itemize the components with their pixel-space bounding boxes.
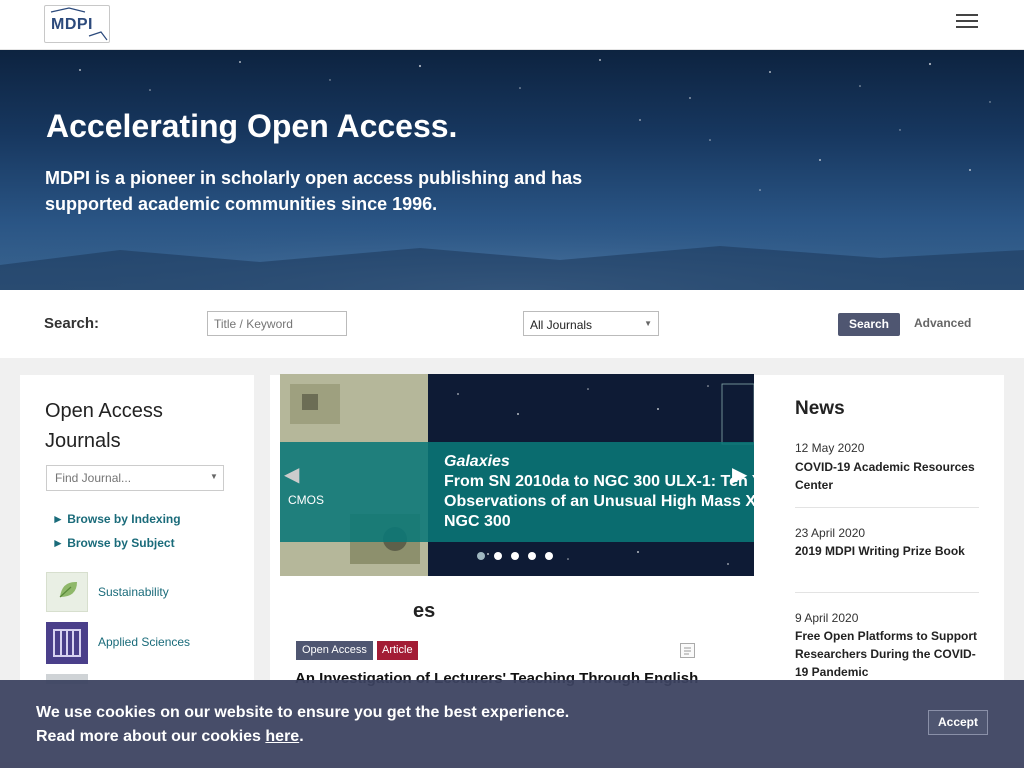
- cookie-message: We use cookies on our website to ensure …: [36, 701, 616, 749]
- cookie-message-suffix: .: [299, 728, 304, 745]
- browse-by-indexing-label: Browse by Indexing: [67, 512, 181, 526]
- carousel-dot[interactable]: [511, 552, 519, 560]
- cookie-message-line2: Read more about our cookies here.: [36, 725, 616, 749]
- journal-link-sustainability[interactable]: Sustainability: [98, 585, 169, 599]
- news-link-free-platforms[interactable]: Free Open Platforms to Support Researche…: [795, 627, 980, 681]
- logo-text: MDPI: [51, 16, 93, 33]
- journal-link-applied-sciences[interactable]: Applied Sciences: [98, 635, 190, 649]
- applied-sciences-journal-icon[interactable]: [46, 622, 88, 664]
- keyword-search-input[interactable]: [207, 311, 347, 336]
- carousel-article-title[interactable]: From SN 2010da to NGC 300 ULX-1: Ten Y O…: [444, 472, 764, 532]
- accept-cookies-button[interactable]: Accept: [928, 710, 988, 735]
- search-button[interactable]: Search: [838, 313, 900, 336]
- chevron-down-icon: ▼: [210, 472, 218, 481]
- cookie-message-prefix: Read more about our cookies: [36, 728, 266, 745]
- browse-by-subject-link[interactable]: ► Browse by Subject: [52, 536, 175, 550]
- sustainability-journal-icon[interactable]: [46, 572, 88, 612]
- journal-select-value: All Journals: [530, 318, 593, 332]
- carousel-dot[interactable]: [545, 552, 553, 560]
- triangle-right-icon: ►: [52, 536, 68, 550]
- news-date: 12 May 2020: [795, 441, 865, 455]
- latest-articles-heading: es: [413, 600, 436, 622]
- news-heading: News: [795, 398, 845, 419]
- news-link-covid-resources[interactable]: COVID-19 Academic Resources Center: [795, 458, 980, 494]
- hero-heading: Accelerating Open Access.: [46, 108, 458, 144]
- chevron-down-icon: ▼: [644, 319, 652, 328]
- open-access-badge: Open Access: [296, 641, 373, 660]
- document-icon[interactable]: [680, 643, 695, 658]
- cookie-policy-link[interactable]: here: [265, 728, 299, 745]
- news-date: 9 April 2020: [795, 611, 859, 625]
- hamburger-menu-icon[interactable]: [956, 14, 978, 32]
- carousel-dot[interactable]: [494, 552, 502, 560]
- hero-description: MDPI is a pioneer in scholarly open acce…: [45, 168, 583, 214]
- article-type-badge: Article: [377, 641, 418, 660]
- cookie-message-line1: We use cookies on our website to ensure …: [36, 704, 570, 721]
- news-date: 23 April 2020: [795, 526, 866, 540]
- journal-select[interactable]: All Journals ▼: [523, 311, 659, 336]
- carousel-next-arrow-icon[interactable]: ▶: [732, 462, 747, 487]
- hero-banner: Accelerating Open Access. MDPI is a pion…: [0, 50, 1024, 290]
- search-label: Search:: [44, 315, 100, 332]
- browse-by-subject-label: Browse by Subject: [67, 536, 175, 550]
- carousel-side-label: CMOS: [288, 493, 324, 507]
- carousel-dot[interactable]: [477, 552, 485, 560]
- browse-by-indexing-link[interactable]: ► Browse by Indexing: [52, 512, 181, 526]
- advanced-search-link[interactable]: Advanced: [914, 316, 971, 330]
- news-divider: [795, 592, 979, 593]
- carousel-journal-name: Galaxies: [444, 453, 510, 470]
- find-journal-input[interactable]: [46, 465, 224, 491]
- mdpi-logo[interactable]: MDPI: [44, 5, 110, 43]
- carousel-prev-arrow-icon[interactable]: ◀: [284, 462, 299, 487]
- carousel-dot[interactable]: [528, 552, 536, 560]
- news-divider: [795, 507, 979, 508]
- open-access-journals-heading: Open Access Journals: [45, 400, 163, 452]
- site-header: MDPI: [0, 0, 1024, 50]
- triangle-right-icon: ►: [52, 512, 68, 526]
- news-link-writing-prize[interactable]: 2019 MDPI Writing Prize Book: [795, 542, 980, 560]
